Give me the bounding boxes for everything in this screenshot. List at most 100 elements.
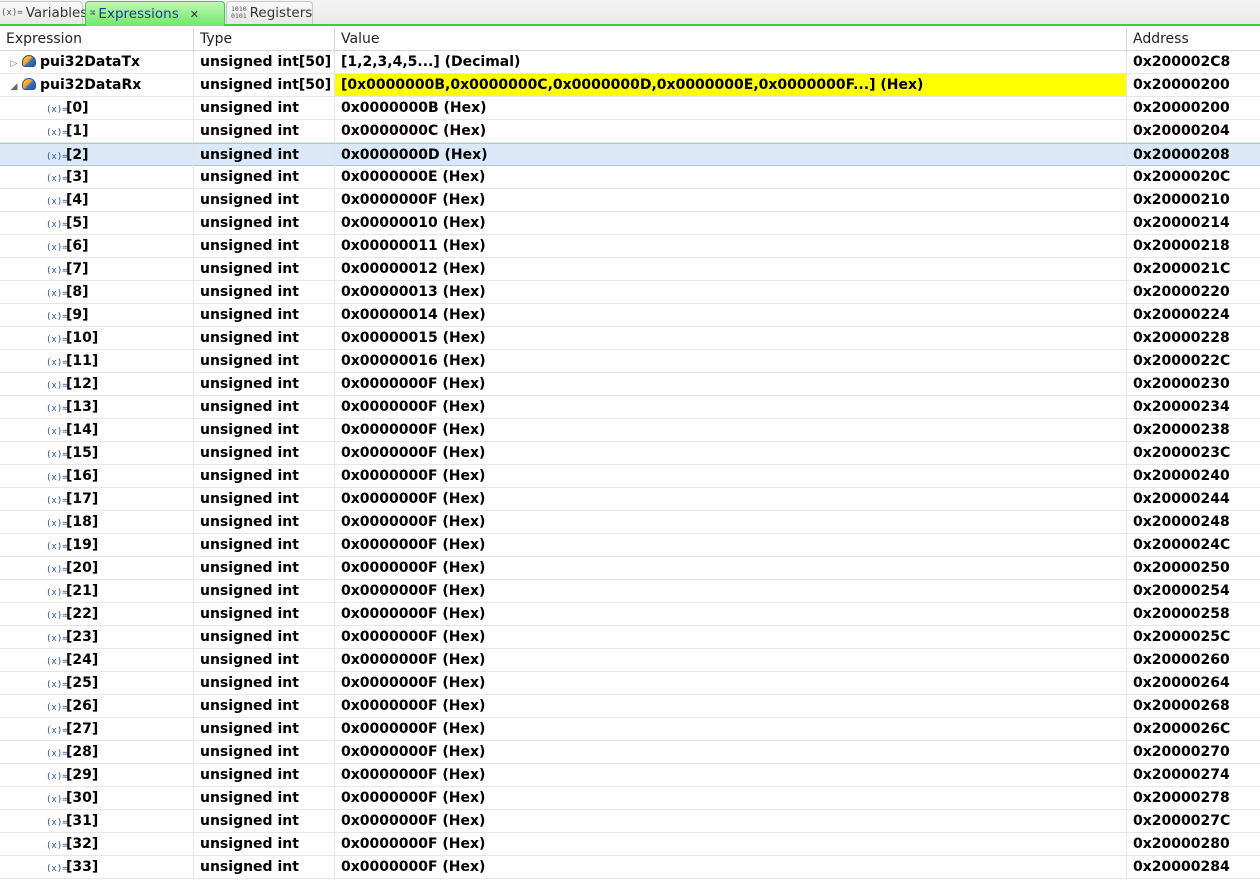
value-cell[interactable]: 0x00000010 (Hex) bbox=[335, 212, 1127, 234]
table-row[interactable]: (x)=[22] unsigned int 0x0000000F (Hex) 0x20… bbox=[0, 603, 1260, 626]
value-cell[interactable]: 0x00000011 (Hex) bbox=[335, 235, 1127, 257]
table-row[interactable]: (x)=[3] unsigned int 0x0000000E (Hex) 0x200… bbox=[0, 166, 1260, 189]
tab-expressions-label: Expressions bbox=[98, 6, 179, 22]
address-cell: 0x200002C8 bbox=[1133, 54, 1231, 70]
column-header-address[interactable]: Address bbox=[1127, 28, 1260, 51]
value-cell[interactable]: 0x00000013 (Hex) bbox=[335, 281, 1127, 303]
column-header-value[interactable]: Value bbox=[335, 28, 1127, 51]
value-cell[interactable]: 0x0000000D (Hex) bbox=[335, 144, 1127, 166]
table-row[interactable]: (x)=[21] unsigned int 0x0000000F (Hex) 0x20… bbox=[0, 580, 1260, 603]
value-cell[interactable]: 0x00000015 (Hex) bbox=[335, 327, 1127, 349]
value-cell[interactable]: 0x0000000F (Hex) bbox=[335, 603, 1127, 625]
table-row[interactable]: (x)=[5] unsigned int 0x00000010 (Hex) 0x200… bbox=[0, 212, 1260, 235]
expression-cell: (x)=[11] bbox=[0, 350, 194, 372]
table-row[interactable]: (x)=[0] unsigned int 0x0000000B (Hex) 0x200… bbox=[0, 97, 1260, 120]
table-row[interactable]: (x)=[8] unsigned int 0x00000013 (Hex) 0x200… bbox=[0, 281, 1260, 304]
variable-icon: (x)= bbox=[46, 726, 68, 736]
value-cell[interactable]: 0x0000000E (Hex) bbox=[335, 166, 1127, 188]
table-row[interactable]: (x)=[25] unsigned int 0x0000000F (Hex) 0x20… bbox=[0, 672, 1260, 695]
table-row[interactable]: (x)=[7] unsigned int 0x00000012 (Hex) 0x200… bbox=[0, 258, 1260, 281]
table-row[interactable]: (x)=[23] unsigned int 0x0000000F (Hex) 0x20… bbox=[0, 626, 1260, 649]
expression-cell: (x)=[5] bbox=[0, 212, 194, 234]
type-cell: unsigned int bbox=[194, 626, 335, 648]
type-cell: unsigned int[50] bbox=[194, 74, 335, 96]
table-row[interactable]: (x)=[10] unsigned int 0x00000015 (Hex) 0x20… bbox=[0, 327, 1260, 350]
table-row[interactable]: (x)=[11] unsigned int 0x00000016 (Hex) 0x20… bbox=[0, 350, 1260, 373]
variable-icon: (x)= bbox=[46, 289, 68, 299]
value-cell[interactable]: 0x0000000F (Hex) bbox=[335, 557, 1127, 579]
table-row[interactable]: ▷ pui32DataTx unsigned int[50] [1,2,3,4,5… bbox=[0, 51, 1260, 74]
value-cell[interactable]: [0x0000000B,0x0000000C,0x0000000D,0x0000… bbox=[335, 74, 1127, 96]
column-header-expression[interactable]: Expression bbox=[0, 28, 194, 51]
variable-icon: (x)= bbox=[46, 611, 68, 621]
expression-cell: (x)=[25] bbox=[0, 672, 194, 694]
value-cell[interactable]: 0x00000014 (Hex) bbox=[335, 304, 1127, 326]
value-cell[interactable]: 0x0000000F (Hex) bbox=[335, 672, 1127, 694]
value-cell[interactable]: 0x0000000F (Hex) bbox=[335, 534, 1127, 556]
table-row[interactable]: (x)=[6] unsigned int 0x00000011 (Hex) 0x200… bbox=[0, 235, 1260, 258]
table-row[interactable]: (x)=[9] unsigned int 0x00000014 (Hex) 0x200… bbox=[0, 304, 1260, 327]
table-row[interactable]: (x)=[26] unsigned int 0x0000000F (Hex) 0x20… bbox=[0, 695, 1260, 718]
table-row[interactable]: (x)=[29] unsigned int 0x0000000F (Hex) 0x20… bbox=[0, 764, 1260, 787]
expression-cell: (x)=[0] bbox=[0, 97, 194, 119]
value-cell[interactable]: 0x0000000F (Hex) bbox=[335, 511, 1127, 533]
table-row[interactable]: (x)=[24] unsigned int 0x0000000F (Hex) 0x20… bbox=[0, 649, 1260, 672]
table-row[interactable]: (x)=[13] unsigned int 0x0000000F (Hex) 0x20… bbox=[0, 396, 1260, 419]
variable-icon: (x)= bbox=[46, 703, 68, 713]
value-cell[interactable]: 0x0000000F (Hex) bbox=[335, 764, 1127, 786]
collapse-arrow-icon[interactable]: ◢ bbox=[8, 76, 20, 96]
value-cell[interactable]: 0x0000000F (Hex) bbox=[335, 695, 1127, 717]
table-row[interactable]: (x)=[2] unsigned int 0x0000000D (Hex) 0x200… bbox=[0, 143, 1260, 166]
value-cell[interactable]: 0x0000000B (Hex) bbox=[335, 97, 1127, 119]
table-row[interactable]: (x)=[31] unsigned int 0x0000000F (Hex) 0x20… bbox=[0, 810, 1260, 833]
value-cell[interactable]: 0x0000000F (Hex) bbox=[335, 856, 1127, 878]
value-cell[interactable]: 0x0000000F (Hex) bbox=[335, 488, 1127, 510]
table-row[interactable]: (x)=[1] unsigned int 0x0000000C (Hex) 0x200… bbox=[0, 120, 1260, 143]
table-row[interactable]: (x)=[33] unsigned int 0x0000000F (Hex) 0x20… bbox=[0, 856, 1260, 879]
table-row[interactable]: (x)=[30] unsigned int 0x0000000F (Hex) 0x20… bbox=[0, 787, 1260, 810]
value-cell[interactable]: 0x0000000F (Hex) bbox=[335, 718, 1127, 740]
value-cell[interactable]: 0x0000000F (Hex) bbox=[335, 189, 1127, 211]
table-row[interactable]: (x)=[27] unsigned int 0x0000000F (Hex) 0x20… bbox=[0, 718, 1260, 741]
table-row[interactable]: (x)=[4] unsigned int 0x0000000F (Hex) 0x200… bbox=[0, 189, 1260, 212]
table-row[interactable]: (x)=[15] unsigned int 0x0000000F (Hex) 0x20… bbox=[0, 442, 1260, 465]
value-cell[interactable]: 0x0000000F (Hex) bbox=[335, 396, 1127, 418]
address-cell: 0x2000020C bbox=[1133, 169, 1231, 185]
table-row[interactable]: (x)=[17] unsigned int 0x0000000F (Hex) 0x20… bbox=[0, 488, 1260, 511]
value-cell[interactable]: 0x0000000F (Hex) bbox=[335, 787, 1127, 809]
column-header-type[interactable]: Type bbox=[194, 28, 335, 51]
table-row[interactable]: (x)=[12] unsigned int 0x0000000F (Hex) 0x20… bbox=[0, 373, 1260, 396]
value-cell[interactable]: 0x0000000F (Hex) bbox=[335, 810, 1127, 832]
variable-icon: (x)= bbox=[46, 634, 68, 644]
close-icon[interactable]: ✕ bbox=[190, 8, 199, 21]
value-cell[interactable]: 0x0000000F (Hex) bbox=[335, 419, 1127, 441]
variable-icon: (x)= bbox=[46, 335, 68, 345]
value-cell[interactable]: 0x0000000F (Hex) bbox=[335, 649, 1127, 671]
table-row[interactable]: ◢ pui32DataRx unsigned int[50] [0x0000000… bbox=[0, 74, 1260, 97]
table-row[interactable]: (x)=[16] unsigned int 0x0000000F (Hex) 0x20… bbox=[0, 465, 1260, 488]
table-row[interactable]: (x)=[19] unsigned int 0x0000000F (Hex) 0x20… bbox=[0, 534, 1260, 557]
tab-expressions[interactable]: ⌘ Expressions ✕ bbox=[85, 1, 225, 26]
value-cell[interactable]: 0x0000000C (Hex) bbox=[335, 120, 1127, 142]
tab-registers[interactable]: 1010 0101 Registers bbox=[226, 1, 313, 24]
value-cell[interactable]: 0x00000016 (Hex) bbox=[335, 350, 1127, 372]
tab-variables[interactable]: (x)= Variables bbox=[0, 1, 87, 24]
table-row[interactable]: (x)=[20] unsigned int 0x0000000F (Hex) 0x20… bbox=[0, 557, 1260, 580]
table-row[interactable]: (x)=[32] unsigned int 0x0000000F (Hex) 0x20… bbox=[0, 833, 1260, 856]
variable-icon: (x)= bbox=[46, 795, 68, 805]
variable-icon: (x)= bbox=[46, 496, 68, 506]
value-cell[interactable]: [1,2,3,4,5...] (Decimal) bbox=[335, 51, 1127, 73]
value-cell[interactable]: 0x0000000F (Hex) bbox=[335, 626, 1127, 648]
value-cell[interactable]: 0x0000000F (Hex) bbox=[335, 580, 1127, 602]
table-row[interactable]: (x)=[28] unsigned int 0x0000000F (Hex) 0x20… bbox=[0, 741, 1260, 764]
value-cell[interactable]: 0x0000000F (Hex) bbox=[335, 833, 1127, 855]
value-cell[interactable]: 0x0000000F (Hex) bbox=[335, 465, 1127, 487]
value-cell[interactable]: 0x00000012 (Hex) bbox=[335, 258, 1127, 280]
value-cell[interactable]: 0x0000000F (Hex) bbox=[335, 442, 1127, 464]
expand-arrow-icon[interactable]: ▷ bbox=[8, 53, 20, 73]
table-row[interactable]: (x)=[18] unsigned int 0x0000000F (Hex) 0x20… bbox=[0, 511, 1260, 534]
value-cell[interactable]: 0x0000000F (Hex) bbox=[335, 373, 1127, 395]
table-row[interactable]: (x)=[14] unsigned int 0x0000000F (Hex) 0x20… bbox=[0, 419, 1260, 442]
expression-name: [30] bbox=[66, 790, 99, 806]
value-cell[interactable]: 0x0000000F (Hex) bbox=[335, 741, 1127, 763]
